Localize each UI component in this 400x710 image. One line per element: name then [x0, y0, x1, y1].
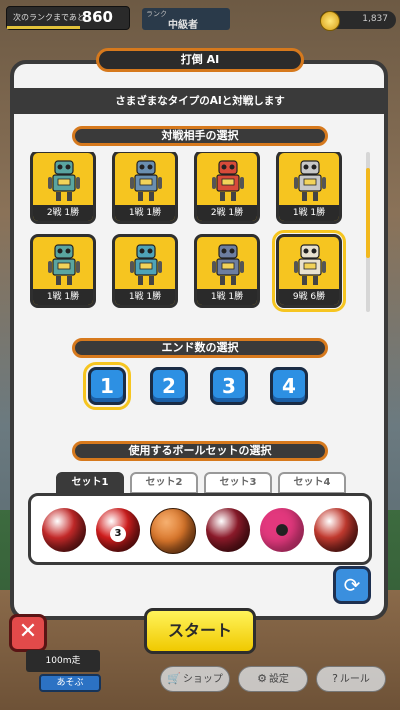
cart-icon: 🛒 [167, 672, 181, 685]
dialog-subtitle: さまざまなタイプのAIと対戦します [12, 88, 388, 114]
rules-button[interactable]: ? ルール [316, 666, 386, 692]
start-button[interactable]: スタート [144, 608, 256, 654]
coin-value: 1,837 [362, 14, 388, 24]
shop-label: ショップ [182, 674, 223, 685]
opponent-record: 1戦 1勝 [279, 205, 339, 221]
opponent-card[interactable]: 9戦 6勝 [272, 230, 346, 312]
robot-flower-icon [294, 244, 326, 285]
settings-label: 設定 [268, 674, 289, 685]
settings-button[interactable]: ⚙ 設定 [238, 666, 308, 692]
play-button[interactable]: あそぶ [39, 674, 101, 692]
tab-set-3[interactable]: セット3 [204, 472, 272, 494]
help-icon: ? [332, 672, 338, 685]
red-ball-icon[interactable] [314, 508, 358, 552]
red-ball-icon[interactable] [42, 508, 86, 552]
top-status-bar: 次のランクまであと 860 ランク 中級者 1,837 [0, 0, 400, 34]
opponent-card[interactable]: 2戦 1勝 [30, 152, 96, 224]
opponent-card[interactable]: 1戦 1勝 [112, 234, 178, 308]
tab-set-1[interactable]: セット1 [56, 472, 124, 494]
gear-icon: ⚙ [257, 672, 267, 685]
opponent-card[interactable]: 2戦 1勝 [194, 152, 260, 224]
tab-set-4[interactable]: セット4 [278, 472, 346, 494]
coin-counter: 1,837 [320, 11, 396, 31]
robot-claw-icon [48, 160, 80, 201]
next-rank-bar [7, 26, 81, 29]
dark-red-ball-icon[interactable] [206, 508, 250, 552]
opponent-grid[interactable]: 2戦 1勝 1戦 1勝 2戦 1勝 1戦 1勝 1戦 1勝 1戦 1勝 1戦 1勝 9戦 6勝 [30, 152, 360, 324]
opponent-record: 1戦 1勝 [33, 289, 93, 305]
rank-display: ランク 中級者 [142, 8, 230, 31]
shop-button[interactable]: 🛒 ショップ [160, 666, 230, 692]
robot-teal-icon [130, 244, 162, 285]
opponent-record: 1戦 1勝 [115, 289, 175, 305]
opponent-record: 1戦 1勝 [115, 205, 175, 221]
robot-blue-icon [212, 244, 244, 285]
rank-label: ランク [146, 10, 167, 18]
rank-value: 中級者 [168, 20, 198, 31]
end-option-2[interactable]: 2 [150, 367, 188, 405]
dialog-title: 打倒 AI [96, 48, 304, 72]
soccer-ball-icon[interactable] [260, 508, 304, 552]
robot-boxy-icon [130, 160, 162, 201]
end-option-4[interactable]: 4 [270, 367, 308, 405]
tab-set-2[interactable]: セット2 [130, 472, 198, 494]
coin-icon [320, 11, 340, 31]
opponent-card[interactable]: 1戦 1勝 [30, 234, 96, 308]
opponent-card[interactable]: 1戦 1勝 [194, 234, 260, 308]
next-rank-progress: 次のランクまであと 860 [6, 6, 130, 30]
end-option-1[interactable]: 1 [83, 362, 131, 410]
robot-claw-icon [48, 244, 80, 285]
ballset-section-header: 使用するボールセットの選択 [72, 441, 328, 461]
opponent-section-header: 対戦相手の選択 [72, 126, 328, 146]
opponent-scrollbar-thumb[interactable] [366, 168, 370, 258]
robot-silver-icon [294, 160, 326, 201]
red-billiard-ball-icon[interactable]: 3 [96, 508, 140, 552]
end-option-3[interactable]: 3 [210, 367, 248, 405]
close-button[interactable]: ✕ [9, 614, 47, 652]
robot-red-icon [212, 160, 244, 201]
rotate-button[interactable]: ⟳ [333, 566, 371, 604]
opponent-record: 2戦 1勝 [197, 205, 257, 221]
next-rank-value: 860 [81, 8, 113, 26]
ball-number: 3 [110, 526, 126, 542]
opponent-record: 2戦 1勝 [33, 205, 93, 221]
opponent-record: 1戦 1勝 [197, 289, 257, 305]
rules-label: ルール [339, 674, 370, 685]
end-section-header: エンド数の選択 [72, 338, 328, 358]
opponent-record: 9戦 6勝 [279, 289, 339, 305]
next-rank-label: 次のランクまであと [13, 13, 85, 22]
opponent-card[interactable]: 1戦 1勝 [112, 152, 178, 224]
basketball-icon[interactable] [150, 508, 196, 554]
opponent-card[interactable]: 1戦 1勝 [276, 152, 342, 224]
event-card-label: 100m走 [26, 650, 100, 672]
